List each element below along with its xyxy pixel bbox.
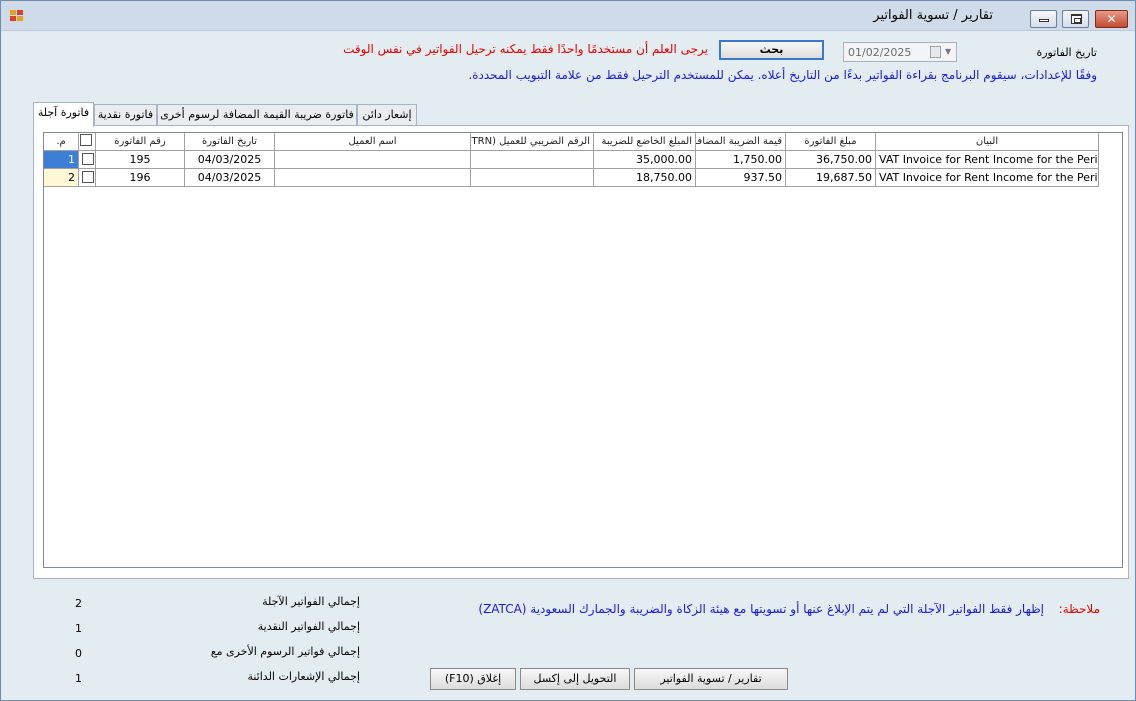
header-row-no[interactable]: م. bbox=[44, 133, 79, 151]
header-vat-amount[interactable]: قيمة الضريبة المضافة bbox=[696, 133, 786, 151]
calendar-icon bbox=[930, 46, 941, 58]
invoice-amount-cell[interactable]: 36,750.00 bbox=[786, 151, 876, 169]
minimize-icon bbox=[1039, 19, 1049, 22]
row-select-cell[interactable] bbox=[79, 151, 96, 169]
header-invoice-no[interactable]: رقم الفاتورة bbox=[96, 133, 185, 151]
total-other-fees-invoices-value: 0 bbox=[75, 647, 82, 660]
customer-name-cell[interactable] bbox=[275, 169, 471, 187]
header-customer-name[interactable]: اسم العميل bbox=[275, 133, 471, 151]
customer-name-cell[interactable] bbox=[275, 151, 471, 169]
main-window: تقارير / تسوية الفواتير ✕ تاريخ الفاتورة… bbox=[0, 0, 1136, 701]
description-cell[interactable]: VAT Invoice for Rent Income for the Peri… bbox=[876, 169, 1099, 187]
invoice-no-cell[interactable]: 195 bbox=[96, 151, 185, 169]
total-credit-notes-label: إجمالي الإشعارات الدائنة bbox=[247, 670, 360, 683]
tab-other-fees-vat-invoice[interactable]: فاتورة ضريبة القيمة المضافة لرسوم أخرى bbox=[157, 104, 357, 126]
description-cell[interactable]: VAT Invoice for Rent Income for the Peri… bbox=[876, 151, 1099, 169]
close-window-button[interactable]: ✕ bbox=[1095, 10, 1128, 28]
total-credit-invoices-label: إجمالي الفواتير الآجلة bbox=[262, 595, 360, 608]
invoice-no-cell[interactable]: 196 bbox=[96, 169, 185, 187]
row-checkbox[interactable] bbox=[82, 153, 94, 165]
search-button[interactable]: بحث bbox=[719, 40, 824, 60]
settings-info: وفقًا للإعدادات، سيقوم البرنامج بقراءة ا… bbox=[468, 68, 1097, 82]
window-title: تقارير / تسوية الفواتير bbox=[873, 8, 993, 23]
header-invoice-date[interactable]: تاريخ الفاتورة bbox=[185, 133, 275, 151]
invoice-date-value: 01/02/2025 bbox=[848, 46, 912, 59]
invoice-date-label: تاريخ الفاتورة bbox=[1036, 46, 1097, 59]
zatca-note: إظهار فقط الفواتير الآجلة التي لم يتم ال… bbox=[478, 602, 1044, 616]
invoices-grid[interactable]: م. رقم الفاتورة تاريخ الفاتورة اسم العمي… bbox=[43, 132, 1123, 568]
maximize-icon bbox=[1071, 14, 1082, 24]
invoice-date-cell[interactable]: 04/03/2025 bbox=[185, 169, 275, 187]
row-number[interactable]: 2 bbox=[44, 169, 79, 187]
total-credit-invoices-value: 2 bbox=[75, 597, 82, 610]
taxable-amount-cell[interactable]: 18,750.00 bbox=[594, 169, 696, 187]
single-user-warning: يرجى العلم أن مستخدمًا واحدًا فقط يمكنه … bbox=[343, 42, 708, 56]
total-cash-invoices-label: إجمالي الفواتير النقدية bbox=[257, 620, 360, 633]
total-credit-notes-value: 1 bbox=[75, 672, 82, 685]
header-description[interactable]: البيان bbox=[876, 133, 1099, 151]
note-label: ملاحظة: bbox=[1058, 602, 1100, 616]
total-cash-invoices-value: 1 bbox=[75, 622, 82, 635]
invoice-date-cell[interactable]: 04/03/2025 bbox=[185, 151, 275, 169]
row-select-cell[interactable] bbox=[79, 169, 96, 187]
header-taxable-amount[interactable]: المبلغ الخاضع للضريبة bbox=[594, 133, 696, 151]
taxable-amount-cell[interactable]: 35,000.00 bbox=[594, 151, 696, 169]
select-all-checkbox[interactable] bbox=[80, 134, 92, 146]
invoice-date-picker[interactable]: 01/02/2025 ▼ bbox=[843, 42, 957, 62]
vat-amount-cell[interactable]: 937.50 bbox=[696, 169, 786, 187]
tab-credit-invoice[interactable]: فاتورة آجلة bbox=[33, 102, 94, 127]
header-trn[interactable]: الرقم الضريبي للعميل (TRN) bbox=[471, 133, 594, 151]
trn-cell[interactable] bbox=[471, 151, 594, 169]
header-invoice-amount[interactable]: مبلغ الفاتورة bbox=[786, 133, 876, 151]
header-select-all[interactable] bbox=[79, 133, 96, 151]
invoice-amount-cell[interactable]: 19,687.50 bbox=[786, 169, 876, 187]
app-icon bbox=[10, 10, 24, 22]
maximize-button[interactable] bbox=[1062, 10, 1089, 28]
close-f10-button[interactable]: إغلاق (F10) bbox=[430, 668, 516, 690]
minimize-button[interactable] bbox=[1030, 10, 1057, 28]
tab-credit-note[interactable]: إشعار دائن bbox=[357, 104, 417, 126]
row-number[interactable]: 1 bbox=[44, 151, 79, 169]
report-settlement-button[interactable]: تقارير / تسوية الفواتير bbox=[634, 668, 788, 690]
trn-cell[interactable] bbox=[471, 169, 594, 187]
title-bar[interactable]: تقارير / تسوية الفواتير ✕ bbox=[1, 1, 1135, 31]
row-checkbox[interactable] bbox=[82, 171, 94, 183]
tab-cash-invoice[interactable]: فاتورة نقدية bbox=[94, 104, 157, 126]
export-excel-button[interactable]: التحويل إلى إكسل bbox=[520, 668, 630, 690]
total-other-fees-invoices-label: إجمالي فواتير الرسوم الأخرى مع bbox=[210, 645, 360, 658]
chevron-down-icon: ▼ bbox=[945, 47, 952, 56]
close-icon: ✕ bbox=[1106, 12, 1117, 26]
vat-amount-cell[interactable]: 1,750.00 bbox=[696, 151, 786, 169]
